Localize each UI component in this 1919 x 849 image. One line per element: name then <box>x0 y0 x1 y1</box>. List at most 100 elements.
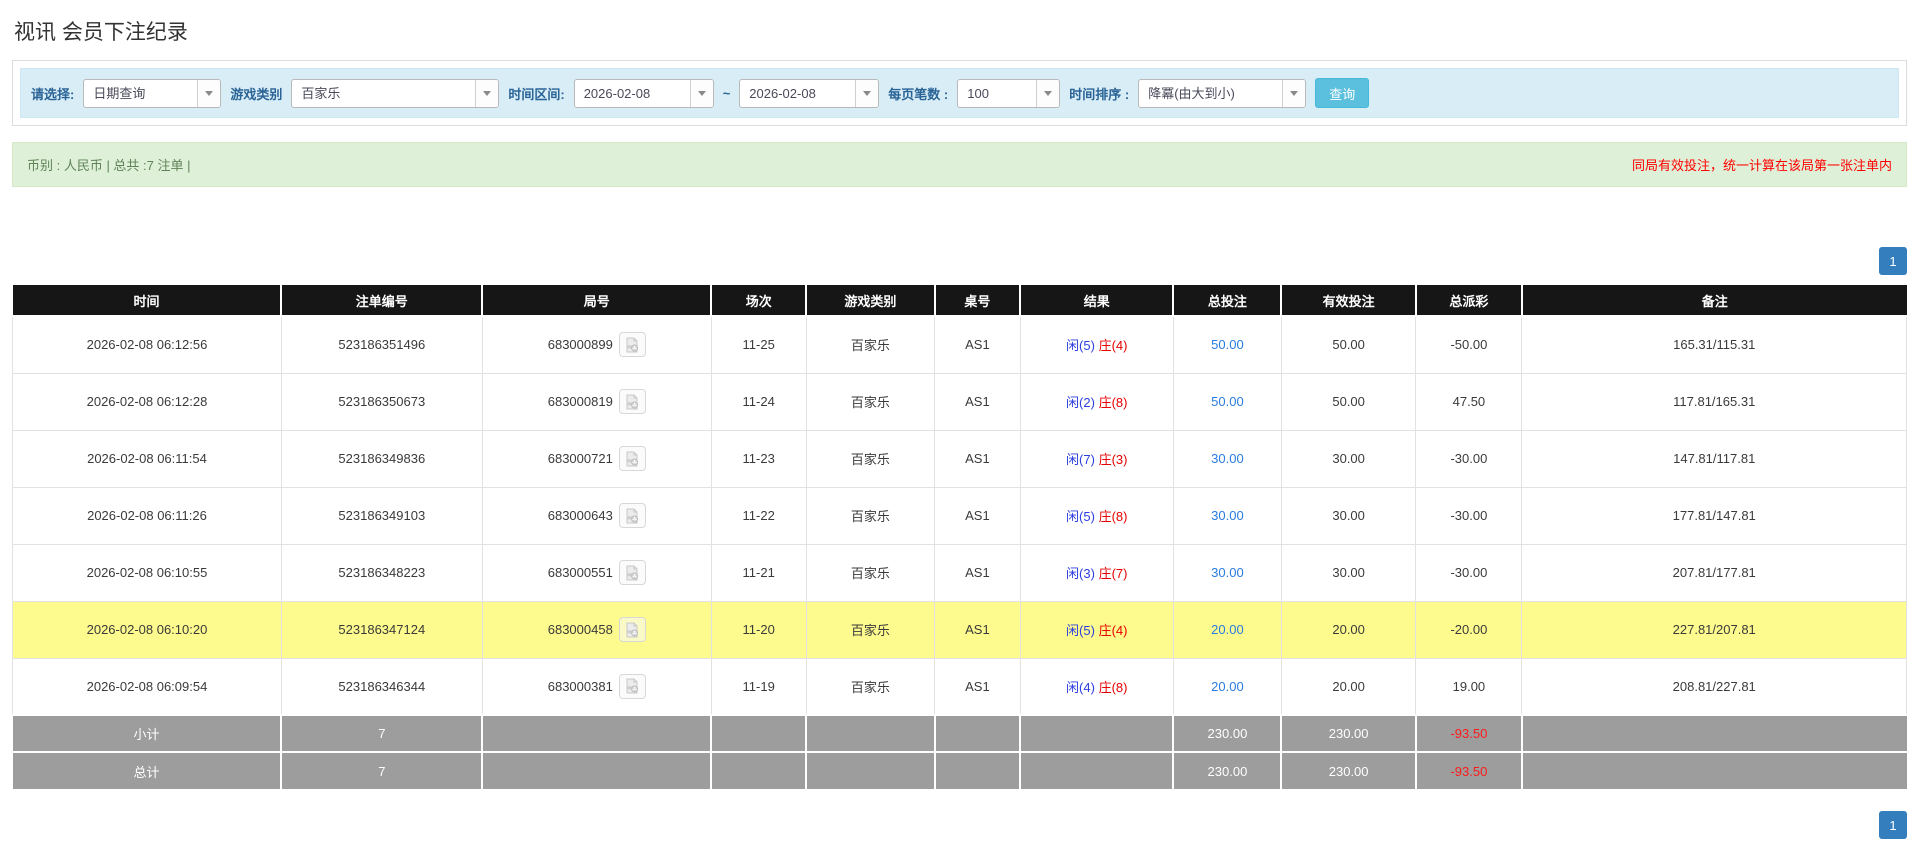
date-from-value[interactable]: 2026-02-08 <box>575 80 690 107</box>
round-id-text: 683000721 <box>548 451 613 466</box>
cell-valid-bet: 30.00 <box>1281 487 1415 544</box>
table-row: 2026-02-08 06:10:20523186347124683000458… <box>13 601 1907 658</box>
total-bet-link[interactable]: 30.00 <box>1211 451 1244 466</box>
cell-time: 2026-02-08 06:09:54 <box>13 658 282 715</box>
video-record-icon <box>624 508 640 524</box>
cell-remark: 147.81/117.81 <box>1522 430 1907 487</box>
cell-footer-remark <box>1522 752 1907 789</box>
video-replay-button[interactable] <box>619 446 646 471</box>
video-replay-button[interactable] <box>619 674 646 699</box>
video-record-icon <box>624 622 640 638</box>
cell-footer-total-bet: 230.00 <box>1173 752 1281 789</box>
cell-table-no: AS1 <box>935 430 1020 487</box>
result-banker: 庄(4) <box>1099 623 1128 638</box>
valid-bet-notice-text: 同局有效投注，统一计算在该局第一张注单内 <box>1632 155 1892 174</box>
result-banker: 庄(8) <box>1099 509 1128 524</box>
cell-session: 11-24 <box>711 373 806 430</box>
cell-game-type: 百家乐 <box>806 487 935 544</box>
time-range-label: 时间区间: <box>508 84 564 103</box>
caret-down-icon <box>863 91 871 96</box>
round-id-group: 683000458 <box>548 617 646 642</box>
video-replay-button[interactable] <box>619 332 646 357</box>
cell-result: 闲(2) 庄(8) <box>1020 373 1173 430</box>
total-bet-link[interactable]: 20.00 <box>1211 679 1244 694</box>
time-sort-label: 时间排序 : <box>1069 84 1129 103</box>
cell-remark: 117.81/165.31 <box>1522 373 1907 430</box>
cell-total-bet: 30.00 <box>1173 430 1281 487</box>
cell-game-type: 百家乐 <box>806 316 935 373</box>
result-banker: 庄(8) <box>1099 680 1128 695</box>
game-type-dropdown-button[interactable] <box>475 80 498 107</box>
currency-summary-text: 币别 : 人民币 | 总共 :7 注单 | <box>27 155 191 174</box>
query-type-value[interactable]: 日期查询 <box>84 80 197 107</box>
cell-round-id: 683000551 <box>482 544 711 601</box>
cell-result: 闲(4) 庄(8) <box>1020 658 1173 715</box>
cell-payout: -30.00 <box>1416 544 1522 601</box>
cell-footer-valid-bet: 230.00 <box>1281 752 1415 789</box>
cell-total-bet: 30.00 <box>1173 544 1281 601</box>
total-bet-link[interactable]: 50.00 <box>1211 337 1244 352</box>
per-page-combobox[interactable]: 100 <box>957 79 1060 108</box>
cell-footer-total-bet: 230.00 <box>1173 715 1281 752</box>
round-id-group: 683000551 <box>548 560 646 585</box>
cell-result: 闲(5) 庄(4) <box>1020 601 1173 658</box>
time-sort-value[interactable]: 降冪(由大到小) <box>1139 80 1282 107</box>
per-page-value[interactable]: 100 <box>958 80 1036 107</box>
total-bet-link[interactable]: 20.00 <box>1211 622 1244 637</box>
cell-footer-game <box>806 715 935 752</box>
cell-session: 11-20 <box>711 601 806 658</box>
cell-payout: -20.00 <box>1416 601 1522 658</box>
date-to-dropdown-button[interactable] <box>855 80 878 107</box>
cell-session: 11-25 <box>711 316 806 373</box>
video-replay-button[interactable] <box>619 560 646 585</box>
video-replay-button[interactable] <box>619 617 646 642</box>
page-button-1[interactable]: 1 <box>1879 247 1907 275</box>
cell-round-id: 683000899 <box>482 316 711 373</box>
total-bet-link[interactable]: 50.00 <box>1211 394 1244 409</box>
cell-footer-count: 7 <box>281 752 482 789</box>
cell-footer-result <box>1020 715 1173 752</box>
cell-footer-session <box>711 715 806 752</box>
date-from-dropdown-button[interactable] <box>690 80 713 107</box>
caret-down-icon <box>1044 91 1052 96</box>
cell-bet-id: 523186351496 <box>281 316 482 373</box>
cell-valid-bet: 50.00 <box>1281 316 1415 373</box>
query-button[interactable]: 查询 <box>1315 78 1369 108</box>
cell-round-id: 683000643 <box>482 487 711 544</box>
date-to-combobox[interactable]: 2026-02-08 <box>739 79 879 108</box>
cell-payout: 19.00 <box>1416 658 1522 715</box>
cell-payout: -30.00 <box>1416 487 1522 544</box>
date-to-value[interactable]: 2026-02-08 <box>740 80 855 107</box>
game-type-combobox[interactable]: 百家乐 <box>291 79 499 108</box>
cell-footer-label: 小计 <box>13 715 282 752</box>
cell-game-type: 百家乐 <box>806 601 935 658</box>
cell-time: 2026-02-08 06:12:56 <box>13 316 282 373</box>
page-button-1[interactable]: 1 <box>1879 811 1907 839</box>
round-id-text: 683000458 <box>548 622 613 637</box>
cell-payout: -30.00 <box>1416 430 1522 487</box>
column-header-4: 游戏类别 <box>806 285 935 316</box>
round-id-group: 683000721 <box>548 446 646 471</box>
cell-footer-valid-bet: 230.00 <box>1281 715 1415 752</box>
cell-total-bet: 20.00 <box>1173 658 1281 715</box>
video-replay-button[interactable] <box>619 389 646 414</box>
cell-footer-result <box>1020 752 1173 789</box>
game-type-value[interactable]: 百家乐 <box>292 80 475 107</box>
per-page-dropdown-button[interactable] <box>1036 80 1059 107</box>
date-from-combobox[interactable]: 2026-02-08 <box>574 79 714 108</box>
cell-round-id: 683000819 <box>482 373 711 430</box>
total-bet-link[interactable]: 30.00 <box>1211 565 1244 580</box>
cell-bet-id: 523186349103 <box>281 487 482 544</box>
round-id-group: 683000819 <box>548 389 646 414</box>
result-banker: 庄(3) <box>1099 452 1128 467</box>
time-sort-combobox[interactable]: 降冪(由大到小) <box>1138 79 1306 108</box>
time-sort-dropdown-button[interactable] <box>1282 80 1305 107</box>
video-replay-button[interactable] <box>619 503 646 528</box>
cell-remark: 227.81/207.81 <box>1522 601 1907 658</box>
cell-table-no: AS1 <box>935 487 1020 544</box>
query-type-dropdown-button[interactable] <box>197 80 220 107</box>
result-player: 闲(5) <box>1066 509 1095 524</box>
total-bet-link[interactable]: 30.00 <box>1211 508 1244 523</box>
query-type-combobox[interactable]: 日期查询 <box>83 79 221 108</box>
round-id-group: 683000643 <box>548 503 646 528</box>
